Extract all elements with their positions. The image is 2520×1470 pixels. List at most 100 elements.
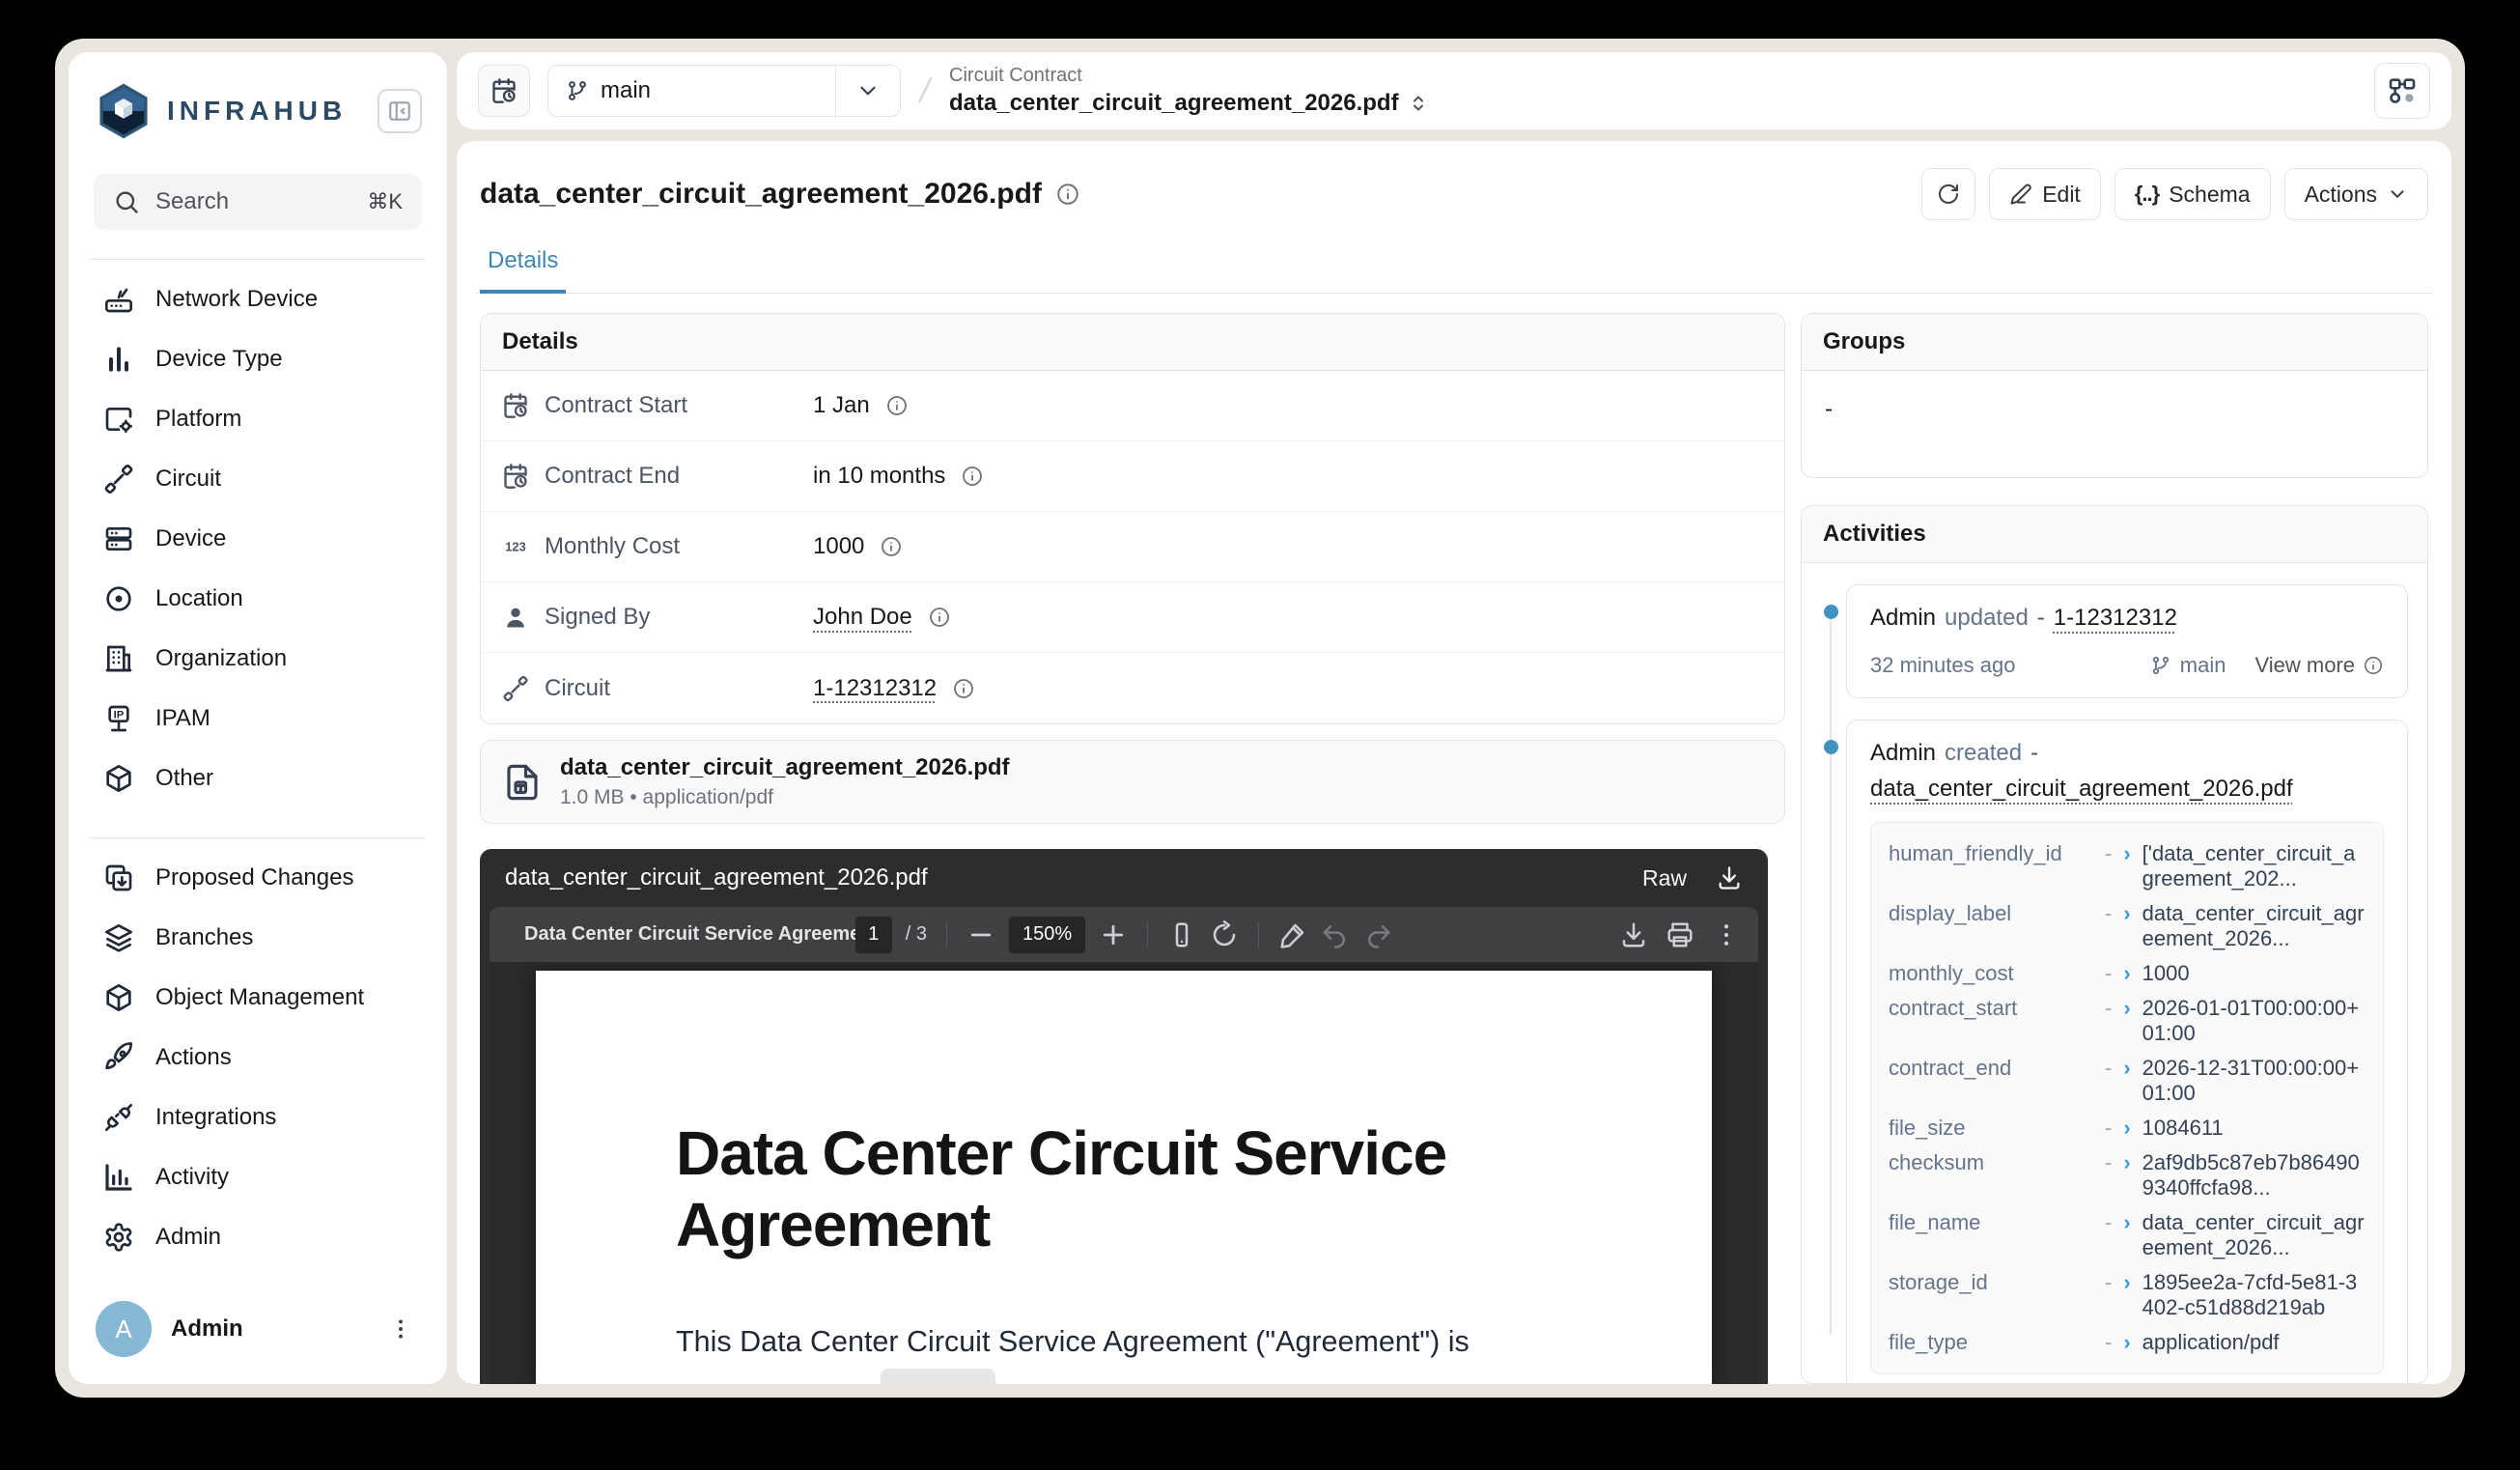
user-menu-button[interactable] <box>381 1310 420 1348</box>
property-row: checksum-›2af9db5c87eb7b864909340ffcfa98… <box>1889 1145 2366 1205</box>
sidebar-item-activity[interactable]: Activity <box>94 1147 422 1207</box>
cube-icon <box>103 763 134 794</box>
avatar: A <box>96 1301 152 1357</box>
sidebar-item-platform[interactable]: Platform <box>94 389 422 449</box>
page-count: / 3 <box>906 923 927 946</box>
print-icon[interactable] <box>1666 920 1694 949</box>
property-dash: - <box>2105 1116 2112 1141</box>
numbers-123-icon: 123 <box>502 533 529 560</box>
sidebar-item-other[interactable]: Other <box>94 749 422 808</box>
groups-card-header: Groups <box>1802 314 2427 371</box>
activity-target-link[interactable]: 1-12312312 <box>2054 605 2177 632</box>
sidebar-collapse-button[interactable] <box>378 89 422 133</box>
divider <box>1258 921 1259 948</box>
time-travel-button[interactable] <box>478 65 530 117</box>
avatar-initial: A <box>115 1315 131 1344</box>
search-input[interactable]: Search ⌘K <box>94 174 422 230</box>
zoom-in-icon[interactable] <box>1099 920 1128 949</box>
object-detail-column: Details Contract Start <box>480 313 1785 1384</box>
more-options-icon[interactable] <box>1712 920 1741 949</box>
zoom-level[interactable]: 150% <box>1009 917 1085 953</box>
info-icon[interactable] <box>928 606 951 629</box>
pdf-filename: data_center_circuit_agreement_2026.pdf <box>505 864 928 891</box>
raw-toggle[interactable]: Raw <box>1642 865 1687 891</box>
sidebar-item-label: Activity <box>155 1164 229 1191</box>
panel-collapse-icon <box>387 99 412 124</box>
info-icon[interactable] <box>885 394 909 417</box>
info-icon[interactable] <box>961 465 984 488</box>
info-icon[interactable] <box>1055 182 1080 207</box>
sidebar-item-organization[interactable]: Organization <box>94 629 422 689</box>
detail-row-signed-by: Signed By John Doe <box>481 582 1784 653</box>
chevrons-up-down-icon[interactable] <box>1407 92 1430 115</box>
branch-selector[interactable]: main <box>547 65 901 117</box>
property-row: file_name-›data_center_circuit_agreement… <box>1889 1205 2366 1265</box>
info-icon[interactable] <box>880 535 903 558</box>
calendar-clock-icon <box>502 392 529 419</box>
property-dash: - <box>2105 901 2112 926</box>
property-value: data_center_circuit_agreement_2026... <box>2142 901 2366 951</box>
sidebar-item-branches[interactable]: Branches <box>94 908 422 968</box>
sidebar-item-label: Branches <box>155 924 253 951</box>
schema-visualizer-button[interactable] <box>2374 63 2430 119</box>
undo-icon[interactable] <box>1321 920 1350 949</box>
zoom-out-icon[interactable] <box>966 920 995 949</box>
sidebar-item-object-management[interactable]: Object Management <box>94 968 422 1028</box>
activity-actor: Admin <box>1870 740 1936 767</box>
pdf-viewer-panel: data_center_circuit_agreement_2026.pdf R… <box>480 849 1768 1384</box>
sidebar-item-proposed-changes[interactable]: Proposed Changes <box>94 848 422 908</box>
property-value: 1084611 <box>2142 1116 2366 1141</box>
page-number-input[interactable]: 1 <box>855 917 892 953</box>
actions-dropdown-button[interactable]: Actions <box>2284 168 2428 220</box>
download-icon[interactable] <box>1716 864 1743 891</box>
property-chevron: › <box>2123 1150 2130 1175</box>
sidebar-item-network-device[interactable]: Network Device <box>94 269 422 329</box>
document-paragraph: This Data Center Circuit Service Agreeme… <box>676 1315 1572 1384</box>
plug-icon <box>103 1102 134 1133</box>
signed-by-link[interactable]: John Doe <box>813 604 912 631</box>
sidebar-item-integrations[interactable]: Integrations <box>94 1088 422 1147</box>
rotate-icon[interactable] <box>1210 920 1239 949</box>
refresh-button[interactable] <box>1921 168 1975 220</box>
activity-item: Admin updated - 1-12312312 32 minutes ag… <box>1846 584 2408 698</box>
attachment-card[interactable]: data_center_circuit_agreement_2026.pdf 1… <box>480 740 1785 824</box>
sidebar-item-device[interactable]: Device <box>94 509 422 569</box>
sidebar-item-label: Integrations <box>155 1104 276 1131</box>
activity-item: Admin created - data_center_circuit_agre… <box>1846 720 2408 1384</box>
details-card-header: Details <box>481 314 1784 371</box>
sidebar-item-device-type[interactable]: Device Type <box>94 329 422 389</box>
property-key: file_size <box>1889 1116 2093 1141</box>
sidebar-item-label: Platform <box>155 406 241 433</box>
annotate-pen-icon[interactable] <box>1278 920 1307 949</box>
actions-button-label: Actions <box>2305 182 2377 208</box>
property-value: data_center_circuit_agreement_2026... <box>2142 1210 2366 1260</box>
activity-target-link[interactable]: data_center_circuit_agreement_2026.pdf <box>1870 776 2293 803</box>
circuit-link[interactable]: 1-12312312 <box>813 675 937 702</box>
edit-button[interactable]: Edit <box>1989 168 2101 220</box>
sidebar-item-ipam[interactable]: IP IPAM <box>94 689 422 749</box>
breadcrumb-object[interactable]: data_center_circuit_agreement_2026.pdf <box>949 90 1399 117</box>
download-icon[interactable] <box>1619 920 1648 949</box>
field-label: Circuit <box>545 675 610 702</box>
scroll-mode-icon[interactable] <box>1167 920 1196 949</box>
redo-icon[interactable] <box>1363 920 1392 949</box>
sidebar-item-location[interactable]: Location <box>94 569 422 629</box>
branch-dropdown-toggle[interactable] <box>836 66 900 116</box>
search-shortcut: ⌘K <box>367 189 403 214</box>
view-more-link[interactable]: View more <box>2254 653 2384 678</box>
branch-name: main <box>601 77 651 104</box>
tab-details[interactable]: Details <box>480 247 566 294</box>
property-value: application/pdf <box>2142 1330 2366 1355</box>
details-card: Details Contract Start <box>480 313 1785 724</box>
router-icon <box>103 284 134 315</box>
user-row: A Admin <box>94 1295 422 1357</box>
branch-selector-value: main <box>548 66 835 116</box>
field-value: 1 Jan <box>813 392 870 419</box>
sidebar-item-circuit[interactable]: Circuit <box>94 449 422 509</box>
pdf-viewport[interactable]: Data Center Circuit Service Agreement Th… <box>490 963 1758 1384</box>
sidebar-item-label: Device Type <box>155 346 283 373</box>
sidebar-item-actions[interactable]: Actions <box>94 1028 422 1088</box>
info-icon[interactable] <box>952 677 975 700</box>
schema-button[interactable]: {..} Schema <box>2114 168 2271 220</box>
sidebar-item-admin[interactable]: Admin <box>94 1207 422 1267</box>
